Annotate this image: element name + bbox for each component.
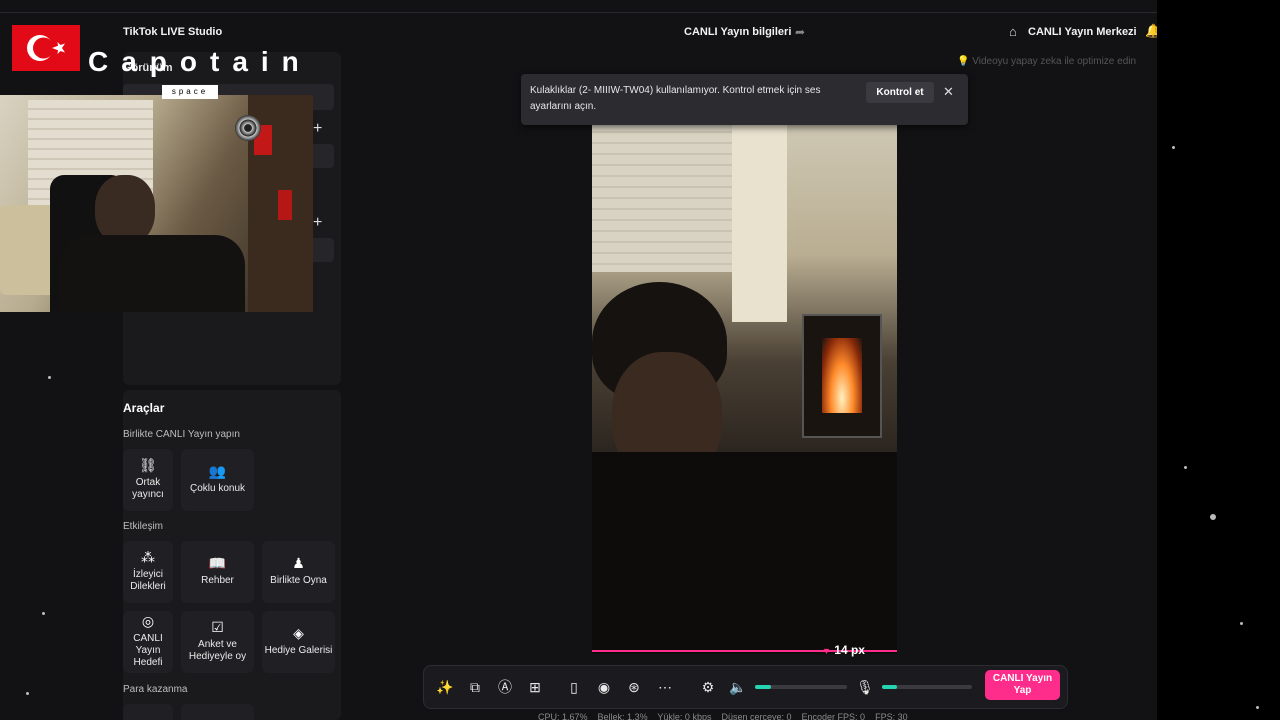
- marker-icon: ▼: [822, 646, 831, 656]
- earn-card-2[interactable]: [181, 704, 254, 720]
- dropped-frames-stat: Düşen çerçeve: 0: [721, 712, 792, 720]
- home-icon[interactable]: ⌂: [1009, 24, 1017, 39]
- portrait-mode-icon[interactable]: ▯: [564, 677, 584, 697]
- add-source-icon[interactable]: +: [313, 120, 322, 138]
- co-host-label: Ortak yayıncı: [132, 477, 164, 500]
- toast-message: Kulaklıklar (2- MIIIW-TW04) kullanılamıy…: [530, 85, 821, 112]
- more-icon[interactable]: ⋯: [655, 677, 675, 697]
- live-goal-card[interactable]: ◎ CANLI Yayın Hedefi: [123, 611, 173, 673]
- snow-particle: [1210, 514, 1216, 520]
- close-icon[interactable]: ✕: [943, 84, 954, 100]
- guide-icon: 📖: [208, 555, 227, 571]
- sources-icon[interactable]: ⧉: [465, 677, 485, 697]
- play-together-card[interactable]: ♟ Birlikte Oyna: [262, 541, 335, 603]
- go-live-button[interactable]: CANLI Yayın Yap: [985, 670, 1060, 700]
- space-tag: space: [162, 85, 218, 99]
- upload-stat: Yükle: 0 kbps: [657, 712, 712, 720]
- together-section-title: Birlikte CANLI Yayın yapın: [123, 429, 240, 440]
- encoder-fps-stat: Encoder FPS: 0: [801, 712, 866, 720]
- turkey-flag: [12, 25, 80, 71]
- crescent-star-icon: [27, 35, 65, 61]
- window-blinds: [592, 122, 732, 272]
- viewer-wishes-card[interactable]: ⁂ İzleyici Dilekleri: [123, 541, 173, 603]
- co-host-card[interactable]: ⛓ Ortak yayıncı: [123, 449, 173, 511]
- shelf-item-red-2: [278, 190, 292, 220]
- magic-wand-icon[interactable]: ✨: [435, 677, 455, 697]
- mic-volume-slider[interactable]: [882, 685, 972, 689]
- tools-panel: Araçlar Birlikte CANLI Yayın yapın ⛓ Ort…: [123, 390, 341, 720]
- snow-particle: [26, 692, 29, 695]
- tools-header: Araçlar: [123, 401, 165, 415]
- dartboard: [235, 115, 261, 141]
- speaker-level-fill: [755, 685, 771, 689]
- mic-level-fill: [882, 685, 898, 689]
- microphone-icon[interactable]: 🎙: [855, 677, 875, 697]
- snow-particle: [1172, 146, 1175, 149]
- guide-label: Rehber: [201, 575, 234, 586]
- multi-guest-label: Çoklu konuk: [189, 483, 246, 494]
- fireplace-screen: [802, 314, 882, 438]
- gift-gallery-icon: ◈: [293, 625, 304, 641]
- fire: [822, 338, 862, 413]
- users-icon: 👥: [208, 463, 227, 479]
- record-icon[interactable]: ◉: [594, 677, 614, 697]
- earn-section-title: Para kazanma: [123, 684, 188, 695]
- play-together-label: Birlikte Oyna: [270, 575, 327, 586]
- webcam-overlay: [0, 95, 313, 312]
- wish-icon: ⁂: [141, 549, 155, 565]
- fps-stat: FPS: 30: [875, 712, 908, 720]
- earn-card-1[interactable]: [123, 704, 173, 720]
- live-preview: [592, 122, 897, 654]
- speaker-icon[interactable]: 🔈: [728, 677, 748, 697]
- play-together-icon: ♟: [292, 555, 305, 571]
- ai-optimize-hint[interactable]: 💡 Videoyu yapay zeka ile optimize edin: [957, 56, 1136, 67]
- curtain: [732, 122, 787, 322]
- bell-icon[interactable]: 🔔: [1145, 23, 1157, 39]
- guide-card[interactable]: 📖 Rehber: [181, 541, 254, 603]
- live-center-link[interactable]: CANLI Yayın Merkezi: [1028, 26, 1137, 38]
- add-scene-icon[interactable]: +: [313, 214, 322, 232]
- ai-optimize-text: Videoyu yapay zeka ile optimize edin: [972, 56, 1137, 67]
- gift-gallery-card[interactable]: ◈ Hediye Galerisi: [262, 611, 335, 673]
- multi-guest-card[interactable]: 👥 Çoklu konuk: [181, 449, 254, 511]
- bottom-toolbar: ✨ ⧉ Ⓐ ⊞ ▯ ◉ ⊛ ⋯ ⚙ 🔈 🎙: [423, 665, 1068, 709]
- check-button[interactable]: Kontrol et: [866, 82, 934, 103]
- interaction-section-title: Etkileşim: [123, 521, 164, 532]
- channel-brand: Capotain: [88, 46, 312, 77]
- px-value: 14 px: [834, 643, 865, 657]
- status-bar: CPU: 1.67% Bellek: 1.3% Yükle: 0 kbps Dü…: [538, 712, 908, 720]
- px-label: ▼ 14 px: [822, 643, 865, 657]
- snow-particle: [42, 612, 45, 615]
- snow-particle: [48, 376, 51, 379]
- goal-icon: ◎: [141, 613, 155, 629]
- webcam-person-body: [60, 235, 245, 312]
- snow-particle: [1184, 466, 1187, 469]
- ai-effect-icon[interactable]: Ⓐ: [495, 677, 515, 697]
- cpu-stat: CPU: 1.67%: [538, 712, 588, 720]
- memory-stat: Bellek: 1.3%: [597, 712, 648, 720]
- camera-effects-icon[interactable]: ⊛: [624, 677, 644, 697]
- link-icon: ⛓: [139, 457, 157, 473]
- app-title: TikTok LIVE Studio: [123, 26, 223, 38]
- live-goal-label: CANLI Yayın Hedefi: [133, 633, 163, 668]
- settings-sliders-icon[interactable]: ⚙: [698, 677, 718, 697]
- person-body: [592, 452, 897, 654]
- speaker-volume-slider[interactable]: [755, 685, 847, 689]
- poll-card[interactable]: ☑ Anket ve Hediyeyle oy: [181, 611, 254, 673]
- live-info-title[interactable]: CANLI Yayın bilgileri: [684, 26, 791, 38]
- snow-particle: [1256, 706, 1259, 709]
- gift-gallery-label: Hediye Galerisi: [264, 645, 333, 656]
- add-frame-icon[interactable]: ⊞: [525, 677, 545, 697]
- poll-icon: ☑: [211, 619, 224, 635]
- viewer-wishes-label: İzleyici Dilekleri: [130, 569, 166, 592]
- headphones-toast: Kulaklıklar (2- MIIIW-TW04) kullanılamıy…: [521, 74, 968, 125]
- snow-particle: [1240, 622, 1243, 625]
- poll-label: Anket ve Hediyeyle oy: [188, 639, 247, 662]
- bulb-icon: 💡: [957, 56, 970, 67]
- share-icon[interactable]: ➦: [795, 25, 805, 39]
